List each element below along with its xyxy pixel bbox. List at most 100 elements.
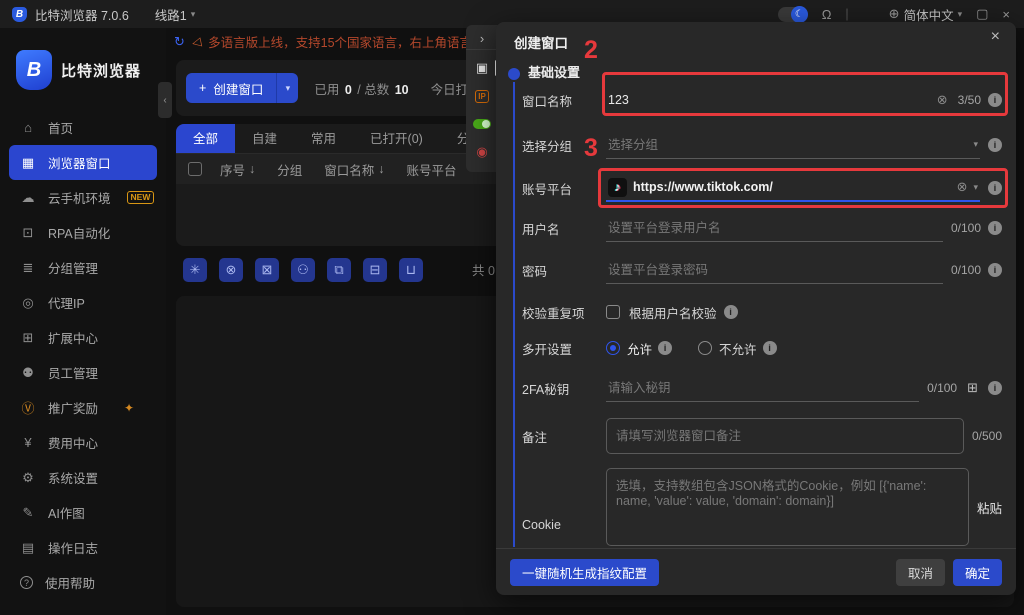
sidebar-logo: B 比特浏览器	[16, 50, 141, 90]
create-window-dropdown[interactable]: ▾	[276, 73, 298, 103]
app-logo-icon: B	[12, 7, 27, 22]
remark-textarea[interactable]	[606, 418, 964, 454]
paste-button[interactable]: 粘贴	[977, 498, 1002, 517]
used-label: 已用	[314, 83, 339, 97]
create-window-modal: 创建窗口 × 基础设置 窗口名称 ⊗ 3/50 i 选择分组 ▾ i 账号平台 …	[496, 22, 1016, 595]
dock-toggle-item[interactable]	[466, 110, 498, 138]
field-row-2fa: 2FA秘钥 0/100 ⊞ i	[522, 374, 1002, 402]
allow-radio[interactable]	[606, 341, 620, 355]
maximize-button[interactable]: ▢	[976, 6, 988, 22]
info-icon[interactable]: i	[658, 341, 672, 355]
chevron-down-icon: ▾	[958, 9, 963, 20]
window-name-label: 窗口名称	[522, 91, 606, 110]
window-arrange-icon[interactable]: ⧉	[327, 258, 351, 282]
sidebar-item-ai-draw[interactable]: ✎ AI作图	[9, 495, 157, 530]
info-icon[interactable]: i	[763, 341, 777, 355]
sidebar-item-proxy-ip[interactable]: ◎ 代理IP	[9, 285, 157, 320]
info-icon[interactable]: i	[988, 221, 1002, 235]
dup-check-option-label: 根据用户名校验	[629, 303, 717, 322]
info-icon[interactable]: i	[988, 263, 1002, 277]
col-platform[interactable]: 账号平台	[407, 160, 457, 179]
modal-close-icon[interactable]: ×	[991, 28, 1000, 46]
brand-shield-icon: B	[16, 50, 52, 90]
tab-opened[interactable]: 已打开(0)	[353, 124, 440, 153]
sidebar-item-label: AI作图	[48, 503, 85, 522]
dup-check-label: 校验重复项	[522, 303, 606, 322]
sidebar-item-staff[interactable]: ⚉ 员工管理	[9, 355, 157, 390]
tab-self-built[interactable]: 自建	[235, 124, 294, 153]
dock-fingerprint-item[interactable]: ◉	[466, 138, 498, 166]
sidebar-item-billing[interactable]: ¥ 费用中心	[9, 425, 157, 460]
info-icon[interactable]: i	[988, 381, 1002, 395]
sidebar-item-home[interactable]: ⌂ 首页	[9, 110, 157, 145]
field-row-dup-check: 校验重复项 根据用户名校验 i	[522, 298, 1002, 326]
divider: |	[845, 7, 848, 21]
deny-radio[interactable]	[698, 341, 712, 355]
tfa-input[interactable]	[608, 381, 917, 395]
sidebar-item-groups[interactable]: ≣ 分组管理	[9, 250, 157, 285]
cancel-button[interactable]: 取消	[896, 559, 945, 586]
delete-icon[interactable]: ⊔	[399, 258, 423, 282]
log-document-icon: ▤	[20, 540, 36, 556]
close-browser-icon[interactable]: ⊗	[219, 258, 243, 282]
close-window-icon[interactable]: ⊠	[255, 258, 279, 282]
tab-all[interactable]: 全部	[176, 124, 235, 153]
field-row-multi-open: 多开设置 允许 i 不允许 i	[522, 334, 1002, 362]
support-headset-icon[interactable]: Ω	[822, 7, 832, 22]
home-icon: ⌂	[20, 120, 36, 135]
platform-label: 账号平台	[522, 179, 606, 198]
open-browser-icon[interactable]: ✳	[183, 258, 207, 282]
tfa-label: 2FA秘钥	[522, 379, 606, 398]
refresh-icon[interactable]: ↻	[174, 34, 185, 50]
col-label: 账号平台	[407, 160, 457, 179]
sidebar-collapse-handle[interactable]: ‹	[158, 82, 172, 118]
random-fingerprint-button[interactable]: 一键随机生成指纹配置	[510, 559, 659, 586]
used-value: 0	[345, 83, 352, 97]
sidebar-item-settings[interactable]: ⚙ 系统设置	[9, 460, 157, 495]
info-icon[interactable]: i	[724, 305, 738, 319]
dock-ip-item[interactable]: IP	[466, 82, 498, 110]
sidebar-item-label: 云手机环境	[48, 188, 111, 207]
confirm-button[interactable]: 确定	[953, 559, 1002, 586]
rpa-robot-icon[interactable]: ⚇	[291, 258, 315, 282]
col-group[interactable]: 分组	[277, 160, 302, 179]
dock-collapse-chevron[interactable]: ›	[466, 28, 498, 50]
tab-frequent[interactable]: 常用	[294, 124, 353, 153]
multi-open-label: 多开设置	[522, 339, 606, 358]
sidebar-item-browser-windows[interactable]: ▦ 浏览器窗口	[9, 145, 157, 180]
col-serial[interactable]: 序号 ↓	[220, 160, 255, 179]
language-selector[interactable]: ⊕ 简体中文 ▾	[889, 5, 962, 24]
sidebar-item-logs[interactable]: ▤ 操作日志	[9, 530, 157, 565]
dup-check-checkbox[interactable]	[606, 305, 620, 319]
sidebar-item-extensions[interactable]: ⊞ 扩展中心	[9, 320, 157, 355]
info-icon[interactable]: i	[988, 138, 1002, 152]
dark-mode-toggle[interactable]: ☾	[778, 7, 808, 22]
sidebar-item-help[interactable]: ? 使用帮助	[9, 565, 157, 600]
allow-label: 允许	[627, 339, 652, 358]
sidebar-item-cloud-phone[interactable]: ☁ 云手机环境 NEW	[9, 180, 157, 215]
select-all-checkbox[interactable]	[188, 162, 202, 176]
field-row-remark: 备注 0/500	[522, 418, 1002, 454]
sidebar-item-referral[interactable]: Ⓥ 推广奖励 ✦	[9, 390, 157, 425]
cookie-textarea[interactable]	[606, 468, 969, 546]
scan-code-icon[interactable]: ⊞	[967, 380, 978, 396]
line-label: 线路1	[155, 5, 187, 24]
fingerprint-icon: ◉	[476, 144, 487, 160]
globe-icon: ⊕	[889, 6, 900, 22]
clear-cache-icon[interactable]: ⊟	[363, 258, 387, 282]
puzzle-icon: ⊞	[20, 330, 36, 346]
annotation-step-2: 2	[584, 36, 598, 65]
close-window-button[interactable]: ×	[1002, 7, 1010, 22]
col-window-name[interactable]: 窗口名称 ↓	[324, 160, 384, 179]
used-total: 10	[395, 83, 409, 97]
username-input[interactable]	[608, 221, 941, 235]
plus-icon: +	[199, 81, 206, 95]
password-input[interactable]	[608, 263, 941, 277]
sidebar-item-rpa[interactable]: ⊡ RPA自动化	[9, 215, 157, 250]
toggle-on-icon	[473, 119, 491, 129]
group-select-input[interactable]	[608, 138, 967, 152]
group-select[interactable]: ▾	[606, 132, 980, 159]
line-selector[interactable]: 线路1 ▾	[155, 5, 195, 24]
create-window-button[interactable]: + 创建窗口 ▾	[186, 73, 298, 103]
dock-monitor-item[interactable]: ▣	[466, 54, 498, 82]
